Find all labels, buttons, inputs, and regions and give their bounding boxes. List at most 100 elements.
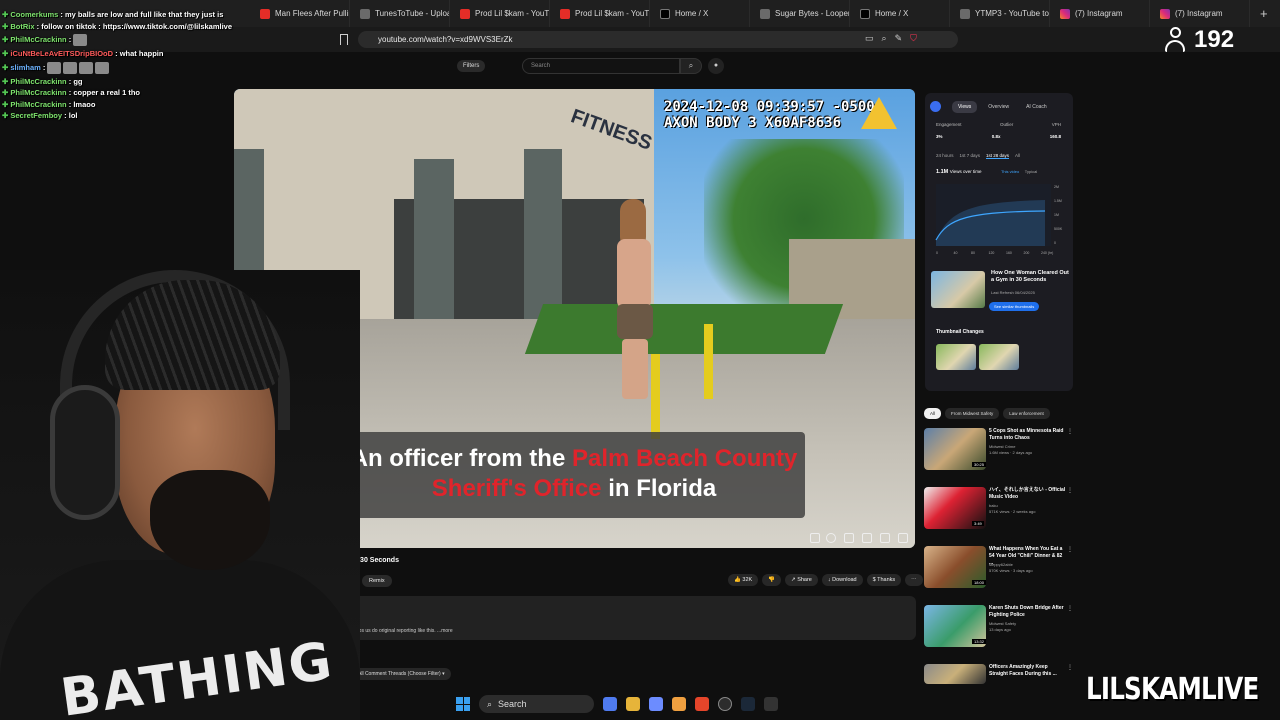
- like-button[interactable]: 👍 32K: [728, 574, 759, 586]
- recommended-thumbnail[interactable]: [931, 271, 985, 308]
- video-thumbnail[interactable]: [924, 664, 986, 684]
- screen: Man Flees After Pulling TunesToTube - Upl…: [0, 0, 1280, 720]
- analytics-tab[interactable]: AI Coach: [1020, 101, 1053, 113]
- range-option[interactable]: 24 hours: [936, 153, 954, 159]
- view-stats: 1.6M views · 2 days ago: [989, 450, 1033, 455]
- range-option[interactable]: All: [1015, 153, 1020, 159]
- shield-icon[interactable]: ⛉: [910, 33, 917, 44]
- youtube-icon: [560, 8, 570, 19]
- filters-button[interactable]: Filters: [457, 60, 486, 72]
- brave-icon[interactable]: [695, 697, 709, 711]
- video-title[interactable]: Officers Amazingly Keep Straight Faces D…: [989, 664, 1067, 678]
- browser-tab[interactable]: Home / X: [850, 0, 950, 27]
- browser-tab[interactable]: Sugar Bytes - Loopera: [750, 0, 850, 27]
- settings-icon[interactable]: [826, 533, 836, 543]
- see-similar-button[interactable]: See similar thumbnails: [989, 302, 1040, 311]
- file-explorer-icon[interactable]: [626, 697, 640, 711]
- more-options-icon[interactable]: ⋮: [1067, 546, 1073, 553]
- steam-icon[interactable]: [741, 697, 755, 711]
- app-icon[interactable]: [764, 697, 778, 711]
- thumbnail-version[interactable]: [936, 344, 976, 370]
- recommended-video[interactable]: 5 Cops Shot as Minnesota Raid Turns into…: [924, 428, 1074, 476]
- more-options-icon[interactable]: ⋮: [1067, 664, 1073, 671]
- analytics-tab[interactable]: Overview: [982, 101, 1015, 113]
- miniplayer-icon[interactable]: [844, 533, 854, 543]
- analytics-tabs: Views Overview AI Coach: [952, 101, 1053, 113]
- video-actions: 👍 32K 👎 ↗ Share ↓ Download $ Thanks ⋯: [728, 574, 923, 586]
- video-title[interactable]: ハイ、それしか言えない - Official Music Video: [989, 487, 1067, 501]
- remix-button[interactable]: Remix: [362, 575, 392, 587]
- video-grass: [524, 304, 844, 354]
- description-text[interactable]: helps us do original reporting like this…: [352, 628, 453, 634]
- chat-username[interactable]: PhilMcCrackinn: [10, 77, 66, 86]
- range-option[interactable]: 1st 28 days: [986, 153, 1010, 159]
- chat-separator: :: [113, 49, 120, 58]
- views-over-time-dropdown[interactable]: Views over time: [950, 169, 982, 174]
- chat-username[interactable]: PhilMcCrackinn: [10, 88, 66, 97]
- chat-username[interactable]: iCuNtBeLeAvEITSDripBIOoD: [10, 49, 113, 58]
- browser-tab[interactable]: TunesToTube - Upload F: [350, 0, 450, 27]
- search-icon[interactable]: ⌕: [680, 58, 702, 74]
- video-title[interactable]: Karen Shuts Down Bridge After Fighting P…: [989, 605, 1067, 619]
- screen-icon[interactable]: ▭: [865, 33, 874, 44]
- more-options-icon[interactable]: ⋮: [1067, 487, 1073, 494]
- windows-start-icon[interactable]: [456, 697, 470, 711]
- taskbar-search[interactable]: ⌕ Search: [479, 695, 594, 713]
- thumbnail-version[interactable]: [979, 344, 1019, 370]
- edit-icon[interactable]: ✎: [895, 33, 903, 44]
- more-actions-icon[interactable]: ⋯: [905, 574, 923, 586]
- chat-username[interactable]: Coomerkums: [10, 10, 58, 19]
- chat-username[interactable]: PhilMcCrackinn: [10, 35, 66, 44]
- recommended-video[interactable]: Karen Shuts Down Bridge After Fighting P…: [924, 605, 1074, 653]
- download-button[interactable]: ↓ Download: [821, 574, 863, 586]
- chat-username[interactable]: BotRix: [10, 22, 34, 31]
- video-title[interactable]: 5 Cops Shot as Minnesota Raid Turns into…: [989, 428, 1067, 442]
- obs-icon[interactable]: [718, 697, 732, 711]
- filter-chip[interactable]: Law enforcement: [1003, 408, 1050, 419]
- recommended-title[interactable]: How One Woman Cleared Out a Gym in 30 Se…: [991, 270, 1071, 284]
- browser-tab[interactable]: Man Flees After Pulling: [250, 0, 350, 27]
- bodycam-device: AXON BODY 3 X60AF8636: [664, 115, 842, 131]
- range-option[interactable]: 1st 7 days: [960, 153, 981, 159]
- chat-username[interactable]: slimham: [10, 63, 40, 72]
- y-tick-label: 1.5M: [1054, 199, 1062, 203]
- copilot-icon[interactable]: [603, 697, 617, 711]
- chat-separator: :: [62, 111, 69, 120]
- zoom-icon[interactable]: ⌕: [882, 33, 887, 44]
- chat-username[interactable]: PhilMcCrackinn: [10, 100, 66, 109]
- youtube-search-input[interactable]: Search: [522, 58, 680, 74]
- browser-tab-label: (7) Instagram: [1175, 9, 1223, 18]
- analytics-tab[interactable]: Views: [952, 101, 978, 113]
- more-options-icon[interactable]: ⋮: [1067, 428, 1073, 435]
- bookmark-icon[interactable]: [340, 34, 348, 45]
- filter-chip[interactable]: From Midwest Safety: [945, 408, 1000, 419]
- mic-icon[interactable]: ●: [708, 58, 724, 74]
- comment-threads-dropdown[interactable]: All Comment Threads (Choose Filter) ▾: [352, 668, 451, 680]
- new-tab-button[interactable]: +: [1250, 6, 1278, 21]
- browser-tab[interactable]: Home / X: [650, 0, 750, 27]
- browser-tab[interactable]: Prod Lil $kam - YouTube: [550, 0, 650, 27]
- viewer-count: 192: [1194, 26, 1235, 53]
- subtitles-icon[interactable]: [810, 533, 820, 543]
- recommended-video[interactable]: What Happens When You Eat a 54 Year Old …: [924, 546, 1074, 594]
- thanks-button[interactable]: $ Thanks: [866, 574, 902, 586]
- theater-icon[interactable]: [862, 533, 872, 543]
- discord-icon[interactable]: [649, 697, 663, 711]
- fullscreen-icon[interactable]: [898, 533, 908, 543]
- more-options-icon[interactable]: ⋮: [1067, 605, 1073, 612]
- browser-tab[interactable]: YTMP3 - YouTube to MP: [950, 0, 1050, 27]
- browser-tab[interactable]: Prod Lil $kam - YouTube: [450, 0, 550, 27]
- cast-icon[interactable]: [880, 533, 890, 543]
- remix-label: Remix: [369, 578, 385, 584]
- browser-tab[interactable]: (7) Instagram: [1050, 0, 1150, 27]
- filter-chip[interactable]: All: [924, 408, 942, 419]
- chat-username[interactable]: SecretFemboy: [10, 111, 62, 120]
- app-icon[interactable]: [672, 697, 686, 711]
- views-chart: 2M 1.5M 1M 500K 0 0 40 80 120 160 200 240 (hr): [935, 184, 1063, 255]
- recommended-video[interactable]: ハイ、それしか言えない - Official Music Video baku 57…: [924, 487, 1074, 535]
- browser-tab[interactable]: (7) Instagram: [1150, 0, 1250, 27]
- dislike-button[interactable]: 👎: [762, 574, 782, 586]
- taskbar: ⌕ Search: [456, 692, 856, 716]
- recommended-video[interactable]: Officers Amazingly Keep Straight Faces D…: [924, 664, 1074, 684]
- share-button[interactable]: ↗ Share: [785, 574, 818, 586]
